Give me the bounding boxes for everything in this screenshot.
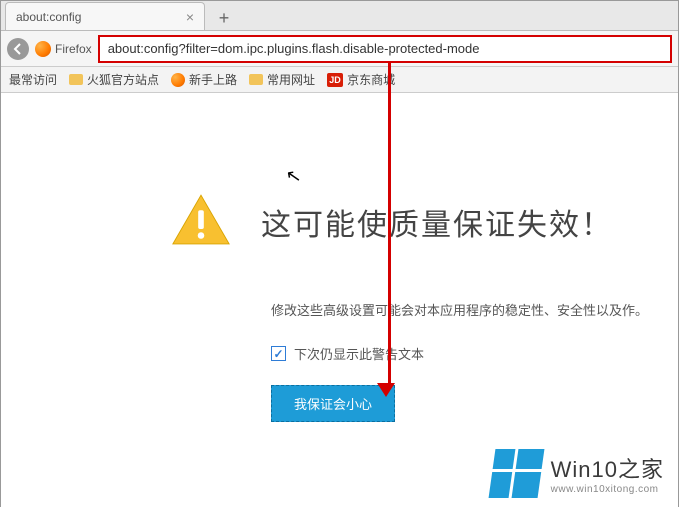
tab-bar: about:config × + (1, 1, 678, 31)
warning-description: 修改这些高级设置可能会对本应用程序的稳定性、安全性以及作。 (271, 299, 678, 322)
bookmark-label: 最常访问 (9, 71, 57, 88)
bookmarks-bar: 最常访问 火狐官方站点 新手上路 常用网址 JD 京东商城 (1, 67, 678, 93)
bookmark-label: 京东商城 (347, 71, 395, 88)
url-text: about:config?filter=dom.ipc.plugins.flas… (108, 41, 480, 56)
identity-label: Firefox (55, 42, 92, 56)
bookmark-most-visited[interactable]: 最常访问 (9, 71, 57, 88)
navigation-bar: Firefox about:config?filter=dom.ipc.plug… (1, 31, 678, 67)
folder-icon (69, 74, 83, 85)
watermark-title: Win10之家 (551, 452, 664, 484)
bookmark-label: 新手上路 (189, 71, 237, 88)
arrow-left-icon (12, 43, 24, 55)
warning-icon (171, 193, 231, 251)
back-button[interactable] (7, 38, 29, 60)
bookmark-firefox-sites[interactable]: 火狐官方站点 (69, 71, 159, 88)
tab-title: about:config (16, 10, 180, 24)
watermark-url: www.win10xitong.com (551, 484, 664, 495)
folder-icon (249, 74, 263, 85)
bookmark-jd[interactable]: JD 京东商城 (327, 71, 395, 88)
firefox-icon (35, 41, 51, 57)
identity-box[interactable]: Firefox (35, 41, 92, 57)
browser-tab[interactable]: about:config × (5, 2, 205, 30)
windows-logo-icon (488, 449, 544, 498)
bookmark-label: 火狐官方站点 (87, 71, 159, 88)
warning-title: 这可能使质量保证失效！ (261, 200, 613, 244)
page-content: 这可能使质量保证失效！ 修改这些高级设置可能会对本应用程序的稳定性、安全性以及作… (1, 93, 678, 508)
show-warning-checkbox[interactable]: ✓ (271, 346, 286, 361)
bookmark-common-sites[interactable]: 常用网址 (249, 71, 315, 88)
bookmark-getting-started[interactable]: 新手上路 (171, 71, 237, 88)
bookmark-label: 常用网址 (267, 71, 315, 88)
new-tab-button[interactable]: + (211, 6, 237, 30)
jd-icon: JD (327, 73, 343, 87)
watermark: Win10之家 www.win10xitong.com (492, 449, 664, 498)
url-input[interactable]: about:config?filter=dom.ipc.plugins.flas… (98, 35, 672, 63)
firefox-icon (171, 73, 185, 87)
show-warning-checkbox-row: ✓ 下次仍显示此警告文本 (271, 344, 678, 363)
accept-risk-button[interactable]: 我保证会小心 (271, 385, 395, 422)
warning-header: 这可能使质量保证失效！ (171, 193, 678, 251)
close-icon[interactable]: × (186, 9, 194, 25)
checkbox-label: 下次仍显示此警告文本 (294, 344, 424, 363)
